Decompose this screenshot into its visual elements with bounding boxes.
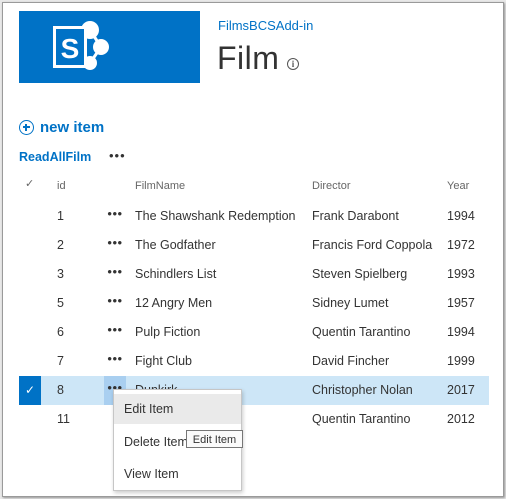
menu-item-view[interactable]: View Item	[114, 459, 241, 489]
page-title: Film	[217, 40, 280, 76]
row-menu-button[interactable]: •••	[104, 293, 126, 313]
plus-circle-icon	[19, 120, 34, 135]
view-selector[interactable]: ReadAllFilm	[19, 150, 91, 164]
cell-id: 2	[57, 238, 64, 252]
cell-year: 1994	[447, 325, 475, 339]
cell-id: 3	[57, 267, 64, 281]
table-row[interactable]: 7 ••• Fight Club David Fincher 1999	[19, 347, 489, 376]
cell-id: 1	[57, 209, 64, 223]
site-breadcrumb[interactable]: FilmsBCSAdd-in	[218, 18, 313, 33]
page-frame: S FilmsBCSAdd-in Film i new item ReadAll…	[2, 2, 504, 497]
table-row[interactable]: 11 Quentin Tarantino 2012	[19, 405, 489, 434]
cell-year: 1993	[447, 267, 475, 281]
cell-director: Francis Ford Coppola	[312, 238, 433, 252]
table-row[interactable]: 1 ••• The Shawshank Redemption Frank Dar…	[19, 202, 489, 231]
table-row[interactable]: 5 ••• 12 Angry Men Sidney Lumet 1957	[19, 289, 489, 318]
new-item-label: new item	[40, 119, 105, 136]
cell-filmname[interactable]: 12 Angry Men	[135, 296, 212, 310]
cell-filmname[interactable]: Schindlers List	[135, 267, 216, 281]
cell-director: Sidney Lumet	[312, 296, 389, 310]
cell-year: 1999	[447, 354, 475, 368]
table-row-selected[interactable]: ✓ 8 ••• Dunkirk Christopher Nolan 2017	[19, 376, 489, 405]
row-menu-button[interactable]: •••	[104, 206, 126, 226]
select-all-checkbox[interactable]: ✓	[25, 177, 34, 190]
table-row[interactable]: 6 ••• Pulp Fiction Quentin Tarantino 199…	[19, 318, 489, 347]
cell-year: 2017	[447, 383, 475, 397]
row-menu-button[interactable]: •••	[104, 264, 126, 284]
menu-item-edit[interactable]: Edit Item	[114, 394, 241, 424]
row-checkbox-checked[interactable]: ✓	[19, 376, 41, 405]
cell-director: Frank Darabont	[312, 209, 399, 223]
sharepoint-logo-icon: S	[53, 21, 109, 70]
column-header-filmname[interactable]: FilmName	[135, 180, 185, 192]
cell-filmname[interactable]: Fight Club	[135, 354, 192, 368]
view-more-button[interactable]: •••	[109, 148, 126, 163]
column-header-year[interactable]: Year	[447, 180, 469, 192]
cell-id: 11	[57, 412, 70, 426]
site-logo[interactable]: S	[19, 11, 200, 83]
cell-director: Steven Spielberg	[312, 267, 408, 281]
table-row[interactable]: 3 ••• Schindlers List Steven Spielberg 1…	[19, 260, 489, 289]
table-row[interactable]: 2 ••• The Godfather Francis Ford Coppola…	[19, 231, 489, 260]
cell-filmname[interactable]: The Godfather	[135, 238, 216, 252]
column-header-id[interactable]: id	[57, 180, 66, 192]
new-item-button[interactable]: new item	[19, 119, 104, 136]
cell-year: 1972	[447, 238, 475, 252]
cell-director: Quentin Tarantino	[312, 325, 411, 339]
cell-year: 1994	[447, 209, 475, 223]
cell-id: 6	[57, 325, 64, 339]
svg-text:S: S	[61, 33, 80, 64]
list-header: ✓ id FilmName Director Year	[19, 175, 489, 197]
cell-year: 2012	[447, 412, 475, 426]
cell-director: Quentin Tarantino	[312, 412, 411, 426]
cell-filmname[interactable]: Pulp Fiction	[135, 325, 200, 339]
row-menu-button[interactable]: •••	[104, 235, 126, 255]
cell-id: 7	[57, 354, 64, 368]
cell-filmname[interactable]: The Shawshank Redemption	[135, 209, 296, 223]
row-menu-button[interactable]: •••	[104, 322, 126, 342]
cell-director: Christopher Nolan	[312, 383, 413, 397]
cell-director: David Fincher	[312, 354, 390, 368]
cell-year: 1957	[447, 296, 475, 310]
cell-id: 8	[57, 383, 64, 397]
cell-id: 5	[57, 296, 64, 310]
tooltip: Edit Item	[186, 430, 243, 448]
row-menu-button[interactable]: •••	[104, 351, 126, 371]
column-header-director[interactable]: Director	[312, 180, 351, 192]
info-icon[interactable]: i	[287, 58, 299, 70]
